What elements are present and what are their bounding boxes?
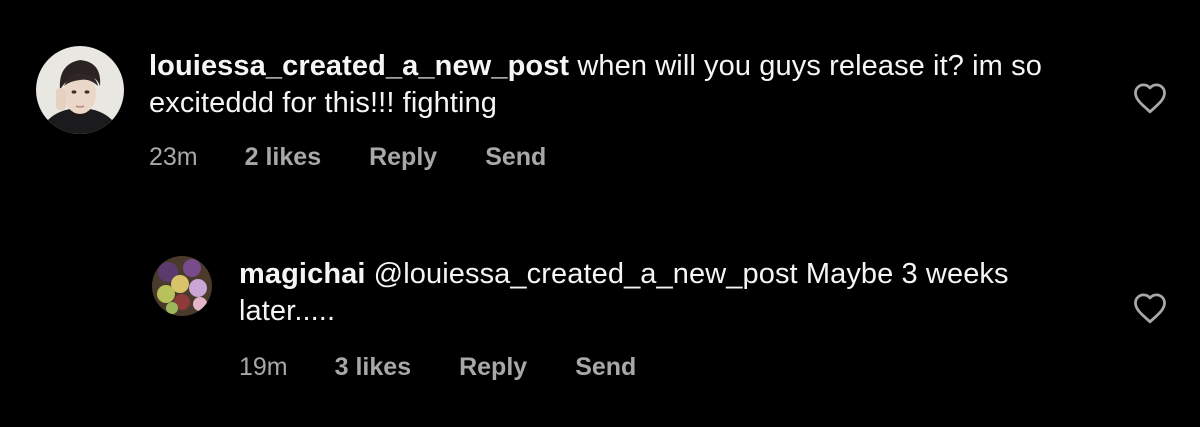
comment-meta: 23m 2 likes Reply Send: [149, 143, 594, 172]
avatar[interactable]: [36, 46, 124, 134]
avatar-photo: [152, 256, 212, 316]
reply-comment: magichai @louiessa_created_a_new_post Ma…: [152, 254, 1176, 404]
avatar-photo: [36, 46, 124, 134]
comment-text: louiessa_created_a_new_post when will yo…: [149, 48, 1049, 122]
comment-meta: 19m 3 likes Reply Send: [239, 353, 684, 382]
comment-username[interactable]: magichai: [239, 258, 366, 290]
likes-count[interactable]: 2 likes: [245, 143, 321, 172]
reply-button[interactable]: Reply: [369, 143, 437, 172]
comment-timestamp: 23m: [149, 143, 198, 171]
comment: louiessa_created_a_new_post when will yo…: [36, 46, 1176, 196]
comment-text: magichai @louiessa_created_a_new_post Ma…: [239, 256, 1079, 330]
comment-username[interactable]: louiessa_created_a_new_post: [149, 50, 569, 82]
heart-outline-icon[interactable]: [1132, 292, 1168, 324]
likes-count[interactable]: 3 likes: [335, 353, 411, 382]
heart-outline-icon[interactable]: [1132, 82, 1168, 114]
avatar[interactable]: [152, 256, 212, 316]
send-button[interactable]: Send: [485, 143, 546, 172]
comment-timestamp: 19m: [239, 353, 288, 381]
send-button[interactable]: Send: [575, 353, 636, 382]
reply-button[interactable]: Reply: [459, 353, 527, 382]
